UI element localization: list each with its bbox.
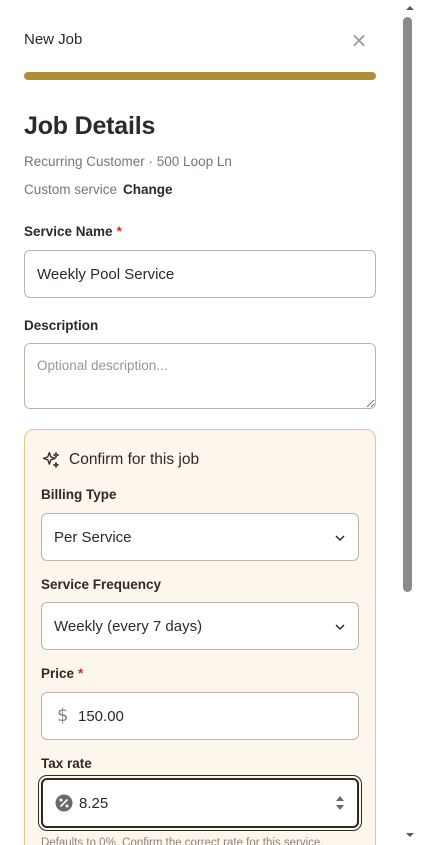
confirm-job-section: Confirm for this job Billing Type Per Se… xyxy=(24,429,376,845)
price-field[interactable]: $ xyxy=(41,692,359,740)
billing-type-select[interactable]: Per Service xyxy=(41,513,359,561)
price-label: Price * xyxy=(41,666,83,681)
number-spinner[interactable] xyxy=(335,793,345,813)
chevron-down-icon xyxy=(335,535,345,542)
scroll-thumb[interactable] xyxy=(403,17,412,592)
modal-title: New Job xyxy=(24,31,83,48)
billing-type-value: Per Service xyxy=(54,529,132,546)
service-name-input[interactable] xyxy=(24,250,376,298)
service-frequency-value: Weekly (every 7 days) xyxy=(54,618,203,635)
tax-rate-field[interactable] xyxy=(41,778,359,828)
scroll-up-arrow-icon[interactable] xyxy=(403,2,417,14)
description-textarea[interactable] xyxy=(24,343,376,409)
required-marker: * xyxy=(78,666,84,681)
service-type-line: Custom service Change xyxy=(24,182,173,197)
scrollbar[interactable] xyxy=(400,0,430,845)
progress-bar xyxy=(24,72,376,80)
service-type: Custom service xyxy=(24,182,118,197)
new-job-panel: New Job × Job Details Recurring Customer… xyxy=(0,0,400,845)
tax-rate-input[interactable] xyxy=(79,780,319,826)
price-input[interactable] xyxy=(78,693,348,739)
progress-bar-fill xyxy=(24,72,376,80)
customer-subtitle: Recurring Customer · 500 Loop Ln xyxy=(24,154,232,169)
service-name-label-text: Service Name xyxy=(24,224,113,239)
sparkle-icon xyxy=(42,451,60,469)
tax-rate-helper-text: Defaults to 0%. Confirm the correct rate… xyxy=(41,837,324,845)
service-name-label: Service Name * xyxy=(24,224,122,239)
confirm-title: Confirm for this job xyxy=(69,451,200,468)
description-label: Description xyxy=(24,318,99,333)
required-marker: * xyxy=(116,224,122,239)
chevron-down-icon xyxy=(335,624,345,631)
price-label-text: Price xyxy=(41,666,75,681)
billing-type-label: Billing Type xyxy=(41,487,117,502)
change-service-link[interactable]: Change xyxy=(123,182,173,197)
page-title: Job Details xyxy=(24,112,156,140)
dollar-icon: $ xyxy=(57,705,69,726)
service-frequency-select[interactable]: Weekly (every 7 days) xyxy=(41,602,359,650)
close-icon[interactable]: × xyxy=(350,28,368,52)
scroll-down-arrow-icon[interactable] xyxy=(403,829,417,841)
percent-icon xyxy=(55,794,73,812)
modal-header: New Job × xyxy=(24,28,376,54)
tax-rate-label: Tax rate xyxy=(41,756,92,771)
service-frequency-label: Service Frequency xyxy=(41,577,162,592)
